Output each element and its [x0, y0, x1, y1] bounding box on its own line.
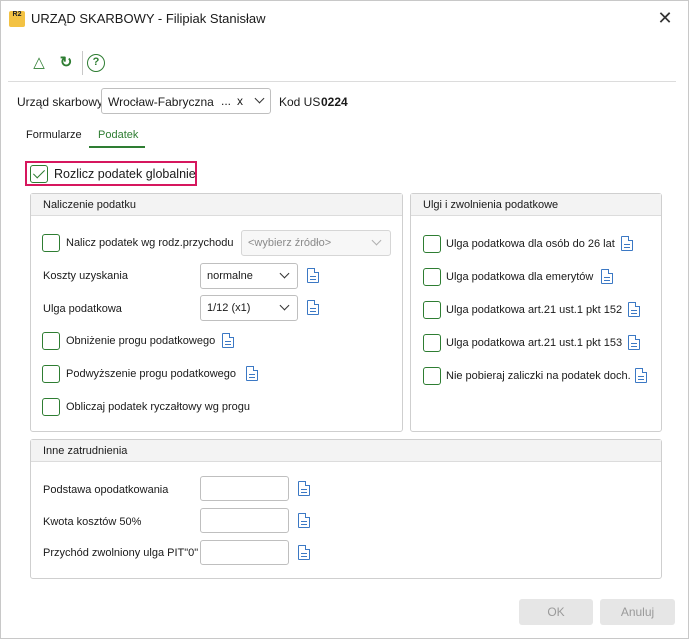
document-icon[interactable] [298, 545, 310, 560]
document-icon[interactable] [246, 366, 258, 381]
source-placeholder: <wybierz źródło> [248, 237, 332, 249]
group-header: Ulgi i zwolnienia podatkowe [411, 194, 661, 216]
nalicz-label: Nalicz podatek wg rodz.przychodu [66, 237, 234, 249]
app-logo-icon: R2 [9, 11, 25, 27]
chevron-down-icon[interactable] [279, 300, 290, 311]
koszty-label: Koszty uzyskania [43, 270, 128, 282]
group-header: Naliczenie podatku [31, 194, 402, 216]
document-icon[interactable] [621, 236, 633, 251]
office-select[interactable]: Wrocław-Fabryczna ... x [101, 88, 271, 114]
podwyzszenie-label: Podwyższenie progu podatkowego [66, 368, 237, 380]
dialog-window: R2 URZĄD SKARBOWY - Filipiak Stanisław ✕… [0, 0, 689, 639]
nie-pobieraj-label: Nie pobieraj zaliczki na podatek doch. [446, 370, 631, 382]
podstawa-label: Podstawa opodatkowania [43, 484, 169, 496]
przychod-zwolniony-input[interactable] [200, 540, 289, 565]
document-icon[interactable] [628, 302, 640, 317]
ulga-26-label: Ulga podatkowa dla osób do 26 lat [446, 238, 615, 250]
group-title: Naliczenie podatku [43, 199, 136, 211]
document-icon[interactable] [601, 269, 613, 284]
obnizenie-checkbox[interactable] [42, 332, 60, 350]
document-icon[interactable] [298, 513, 310, 528]
source-select[interactable]: <wybierz źródło> [241, 230, 391, 256]
office-code-label: Kod US [279, 95, 321, 109]
group-header: Inne zatrudnienia [31, 440, 661, 462]
przychod-zwolniony-label: Przychód zwolniony ulga PIT"0" [43, 547, 199, 559]
document-icon[interactable] [222, 333, 234, 348]
document-icon[interactable] [298, 481, 310, 496]
global-tax-checkbox[interactable] [30, 165, 48, 183]
group-title: Ulgi i zwolnienia podatkowe [423, 199, 559, 211]
chevron-down-icon[interactable] [279, 268, 290, 279]
kwota-kosztow-input[interactable] [200, 508, 289, 533]
ok-button[interactable]: OK [519, 599, 593, 625]
cancel-button[interactable]: Anuluj [600, 599, 675, 625]
office-value: Wrocław-Fabryczna [108, 95, 214, 109]
podwyzszenie-checkbox[interactable] [42, 365, 60, 383]
ulga-label: Ulga podatkowa [43, 303, 122, 315]
office-clear-button[interactable]: x [237, 94, 243, 108]
document-icon[interactable] [307, 300, 319, 315]
global-tax-label: Rozlicz podatek globalnie [54, 167, 196, 181]
tab-formularze[interactable]: Formularze [26, 129, 82, 141]
koszty-value: normalne [207, 270, 253, 282]
nie-pobieraj-checkbox[interactable] [423, 367, 441, 385]
window-title: URZĄD SKARBOWY - Filipiak Stanisław [31, 11, 266, 26]
koszty-select[interactable]: normalne [200, 263, 298, 289]
kwota-kosztow-label: Kwota kosztów 50% [43, 516, 142, 528]
ryczalt-checkbox[interactable] [42, 398, 60, 416]
document-icon[interactable] [307, 268, 319, 283]
ryczalt-label: Obliczaj podatek ryczałtowy wg progu [66, 401, 251, 413]
triangle-up-icon[interactable]: △ [29, 53, 49, 73]
document-icon[interactable] [635, 368, 647, 383]
toolbar-divider [8, 81, 676, 82]
nalicz-checkbox[interactable] [42, 234, 60, 252]
active-tab-indicator [89, 146, 145, 148]
office-more-button[interactable]: ... [221, 94, 231, 108]
ulga-152-checkbox[interactable] [423, 301, 441, 319]
close-button[interactable]: ✕ [653, 7, 677, 29]
chevron-down-icon[interactable] [254, 93, 265, 104]
podstawa-input[interactable] [200, 476, 289, 501]
document-icon[interactable] [628, 335, 640, 350]
office-code-value: 0224 [321, 95, 348, 109]
chevron-down-icon[interactable] [371, 235, 382, 246]
ulga-152-label: Ulga podatkowa art.21 ust.1 pkt 152 [446, 304, 623, 316]
office-label: Urząd skarbowy [17, 95, 104, 109]
ulga-153-checkbox[interactable] [423, 334, 441, 352]
obnizenie-label: Obniżenie progu podatkowego [66, 335, 216, 347]
ulga-emeryci-checkbox[interactable] [423, 268, 441, 286]
group-title: Inne zatrudnienia [43, 445, 128, 457]
ulga-value: 1/12 (x1) [207, 302, 251, 314]
help-icon[interactable]: ? [87, 54, 105, 72]
tab-podatek[interactable]: Podatek [98, 129, 138, 141]
ulga-emeryci-label: Ulga podatkowa dla emerytów [446, 271, 594, 283]
ulga-26-checkbox[interactable] [423, 235, 441, 253]
toolbar-separator [82, 51, 83, 75]
ulga-select[interactable]: 1/12 (x1) [200, 295, 298, 321]
refresh-icon[interactable]: ↻ [56, 53, 76, 73]
ulga-153-label: Ulga podatkowa art.21 ust.1 pkt 153 [446, 337, 623, 349]
